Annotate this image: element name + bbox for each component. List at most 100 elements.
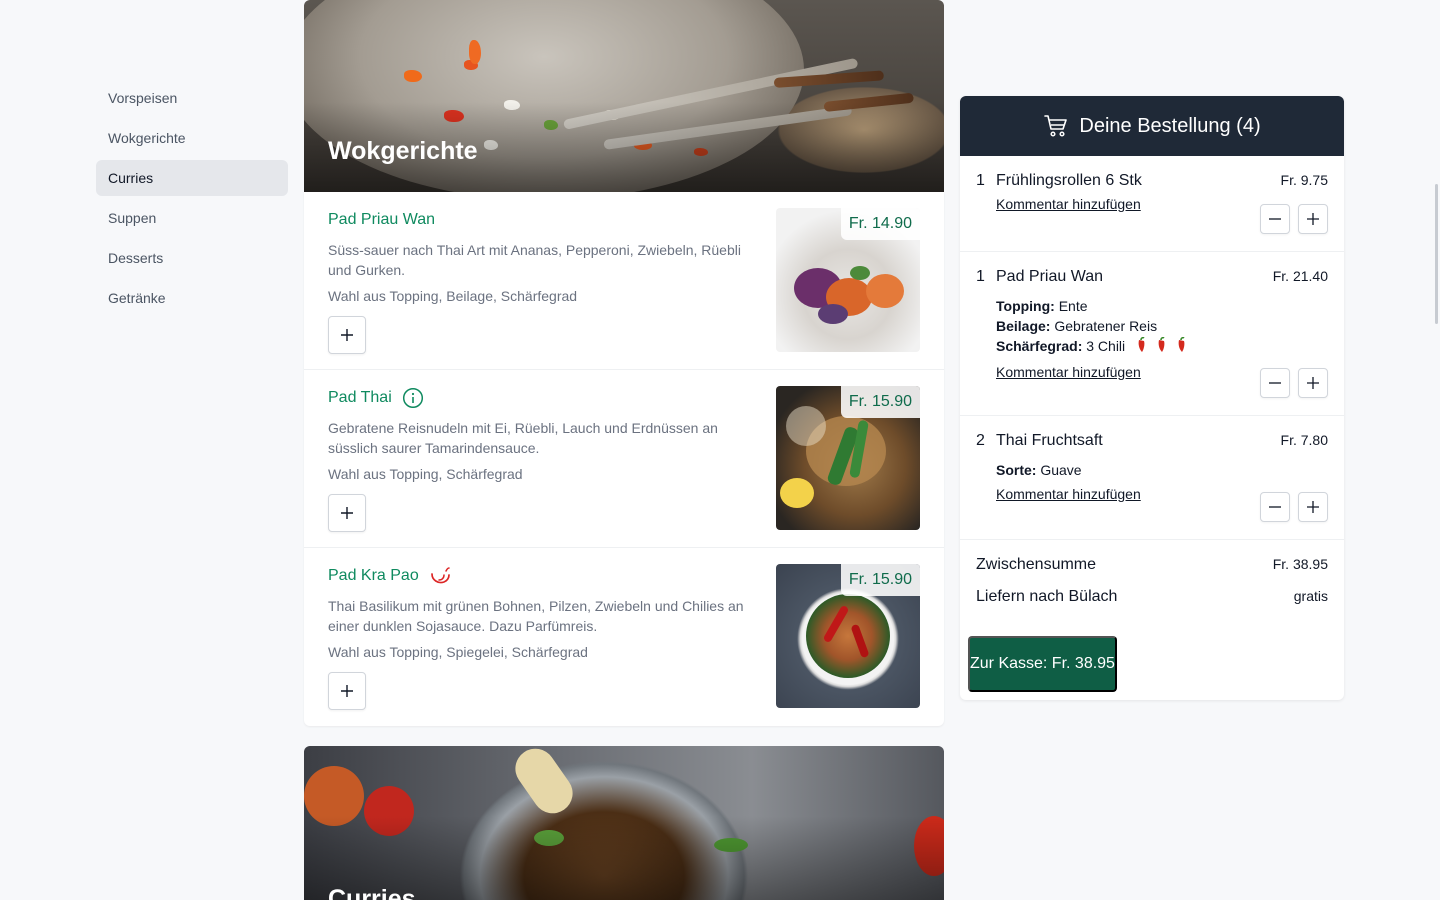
- delivery-label: Liefern nach Bülach: [976, 588, 1118, 605]
- decrease-button[interactable]: [1260, 368, 1290, 398]
- veg-piece: [404, 70, 422, 82]
- cart-option: Beilage: Gebratener Reis: [996, 316, 1328, 336]
- info-icon[interactable]: [402, 387, 424, 409]
- cart-item-name: Pad Priau Wan: [996, 268, 1104, 285]
- quantity-stepper: [1260, 204, 1328, 234]
- dish-card[interactable]: Pad Priau Wan Süss-sauer nach Thai Art m…: [304, 192, 944, 370]
- decrease-button[interactable]: [1260, 204, 1290, 234]
- dish-description: Thai Basilikum mit grünen Bohnen, Pilzen…: [328, 598, 744, 634]
- cart-item: 1 Pad Priau Wan Fr. 21.40 Topping: Ente …: [960, 252, 1344, 416]
- cart-item-price: Fr. 21.40: [1272, 268, 1328, 284]
- add-to-cart-button[interactable]: [328, 494, 366, 532]
- dish-card[interactable]: Pad Thai Gebratene Reisnudeln mit Ei, Rü…: [304, 370, 944, 548]
- cart-totals: Zwischensumme Fr. 38.95 Liefern nach Bül…: [960, 540, 1344, 620]
- checkout-button[interactable]: Zur Kasse: Fr. 38.95: [968, 636, 1117, 692]
- chili-icon: [1175, 336, 1189, 358]
- cart-item: 2 Thai Fruchtsaft Fr. 7.80 Sorte: Guave …: [960, 416, 1344, 540]
- sidebar-item-suppen[interactable]: Suppen: [96, 200, 288, 236]
- cart-item-qty: 1: [976, 268, 985, 285]
- decrease-button[interactable]: [1260, 492, 1290, 522]
- dish-image[interactable]: Fr. 15.90: [776, 564, 920, 708]
- shopping-cart-icon: [1044, 115, 1068, 137]
- cart-item-top: 2 Thai Fruchtsaft Fr. 7.80: [976, 432, 1328, 450]
- cart-item-options: Topping: Ente Beilage: Gebratener Reis S…: [996, 296, 1328, 358]
- add-comment-link[interactable]: Kommentar hinzufügen: [996, 486, 1141, 502]
- sidebar-item-getraenke[interactable]: Getränke: [96, 280, 288, 316]
- food-blob: [850, 266, 870, 280]
- food-blob: [786, 406, 826, 446]
- cart-item-price: Fr. 7.80: [1280, 432, 1328, 448]
- sidebar-item-curries[interactable]: Curries: [96, 160, 288, 196]
- chili-icon: [1135, 336, 1149, 358]
- food-blob: [780, 478, 814, 508]
- dish-card[interactable]: Pad Kra Pao Thai Basilikum mit grünen Bo…: [304, 548, 944, 726]
- category-sidebar: Vorspeisen Wokgerichte Curries Suppen De…: [96, 80, 288, 320]
- plus-icon: [341, 329, 353, 341]
- subtotal-row: Zwischensumme Fr. 38.95: [976, 556, 1328, 588]
- subtotal-value: Fr. 38.95: [1272, 556, 1328, 572]
- cart-option: Topping: Ente: [996, 296, 1328, 316]
- cart-option: Sorte: Guave: [996, 460, 1328, 480]
- price-tag: Fr. 15.90: [840, 386, 920, 418]
- add-to-cart-button[interactable]: [328, 672, 366, 710]
- option-value: Gebratener Reis: [1054, 318, 1158, 334]
- sidebar-item-vorspeisen[interactable]: Vorspeisen: [96, 80, 288, 116]
- order-cart: Deine Bestellung (4) 1 Frühlingsrollen 6…: [960, 96, 1344, 700]
- veg-piece: [469, 40, 481, 64]
- increase-button[interactable]: [1298, 204, 1328, 234]
- dish-list: Pad Priau Wan Süss-sauer nach Thai Art m…: [304, 192, 944, 726]
- delivery-value: gratis: [1293, 588, 1328, 604]
- option-key: Sorte:: [996, 462, 1037, 478]
- quantity-stepper: [1260, 492, 1328, 522]
- cart-item-price: Fr. 9.75: [1280, 172, 1328, 188]
- section-hero-image: Wokgerichte: [304, 0, 944, 192]
- cart-item: 1 Frühlingsrollen 6 Stk Fr. 9.75 Komment…: [960, 156, 1344, 252]
- minus-icon: [1269, 382, 1281, 384]
- section-title: Wokgerichte: [328, 137, 478, 165]
- cart-item-options: Sorte: Guave: [996, 460, 1328, 480]
- dish-image[interactable]: Fr. 14.90: [776, 208, 920, 352]
- scrollbar-thumb[interactable]: [1435, 184, 1438, 324]
- option-key: Topping:: [996, 298, 1055, 314]
- dish-image[interactable]: Fr. 15.90: [776, 386, 920, 530]
- cart-item-qty: 1: [976, 172, 985, 189]
- plus-icon: [1307, 501, 1319, 513]
- price-tag: Fr. 15.90: [840, 564, 920, 596]
- cart-item-name: Frühlingsrollen 6 Stk: [996, 172, 1142, 189]
- sidebar-item-desserts[interactable]: Desserts: [96, 240, 288, 276]
- price-tag: Fr. 14.90: [840, 208, 920, 240]
- menu-list: Wokgerichte Pad Priau Wan Süss-sauer nac…: [304, 0, 944, 900]
- food-blob: [866, 274, 904, 308]
- dish-name[interactable]: Pad Thai: [328, 389, 392, 407]
- option-key: Beilage:: [996, 318, 1051, 334]
- minus-icon: [1269, 218, 1281, 220]
- cart-option: Schärfegrad: 3 Chili: [996, 336, 1328, 358]
- cart-item-name: Thai Fruchtsaft: [996, 432, 1103, 449]
- plus-icon: [341, 507, 353, 519]
- chili-icon: [429, 565, 451, 587]
- plus-icon: [341, 685, 353, 697]
- section-wokgerichte: Wokgerichte Pad Priau Wan Süss-sauer nac…: [304, 0, 944, 726]
- add-comment-link[interactable]: Kommentar hinzufügen: [996, 196, 1141, 212]
- sidebar-item-wokgerichte[interactable]: Wokgerichte: [96, 120, 288, 156]
- section-curries: Curries: [304, 746, 944, 900]
- dish-name[interactable]: Pad Kra Pao: [328, 567, 419, 585]
- chili-icon: [1155, 336, 1169, 358]
- option-value: Ente: [1058, 298, 1088, 314]
- cart-header: Deine Bestellung (4): [960, 96, 1344, 156]
- delivery-row: Liefern nach Bülach gratis: [976, 588, 1328, 620]
- add-to-cart-button[interactable]: [328, 316, 366, 354]
- food-blob: [806, 594, 890, 678]
- subtotal-label: Zwischensumme: [976, 556, 1097, 573]
- cart-title: Deine Bestellung (4): [1079, 114, 1261, 137]
- plus-icon: [1307, 213, 1319, 225]
- option-value: 3 Chili: [1086, 338, 1126, 354]
- increase-button[interactable]: [1298, 368, 1328, 398]
- add-comment-link[interactable]: Kommentar hinzufügen: [996, 364, 1141, 380]
- increase-button[interactable]: [1298, 492, 1328, 522]
- section-hero-image: Curries: [304, 746, 944, 900]
- food-blob: [818, 304, 848, 324]
- cart-item-top: 1 Pad Priau Wan Fr. 21.40: [976, 268, 1328, 286]
- dish-name[interactable]: Pad Priau Wan: [328, 211, 435, 229]
- section-title: Curries: [328, 885, 416, 900]
